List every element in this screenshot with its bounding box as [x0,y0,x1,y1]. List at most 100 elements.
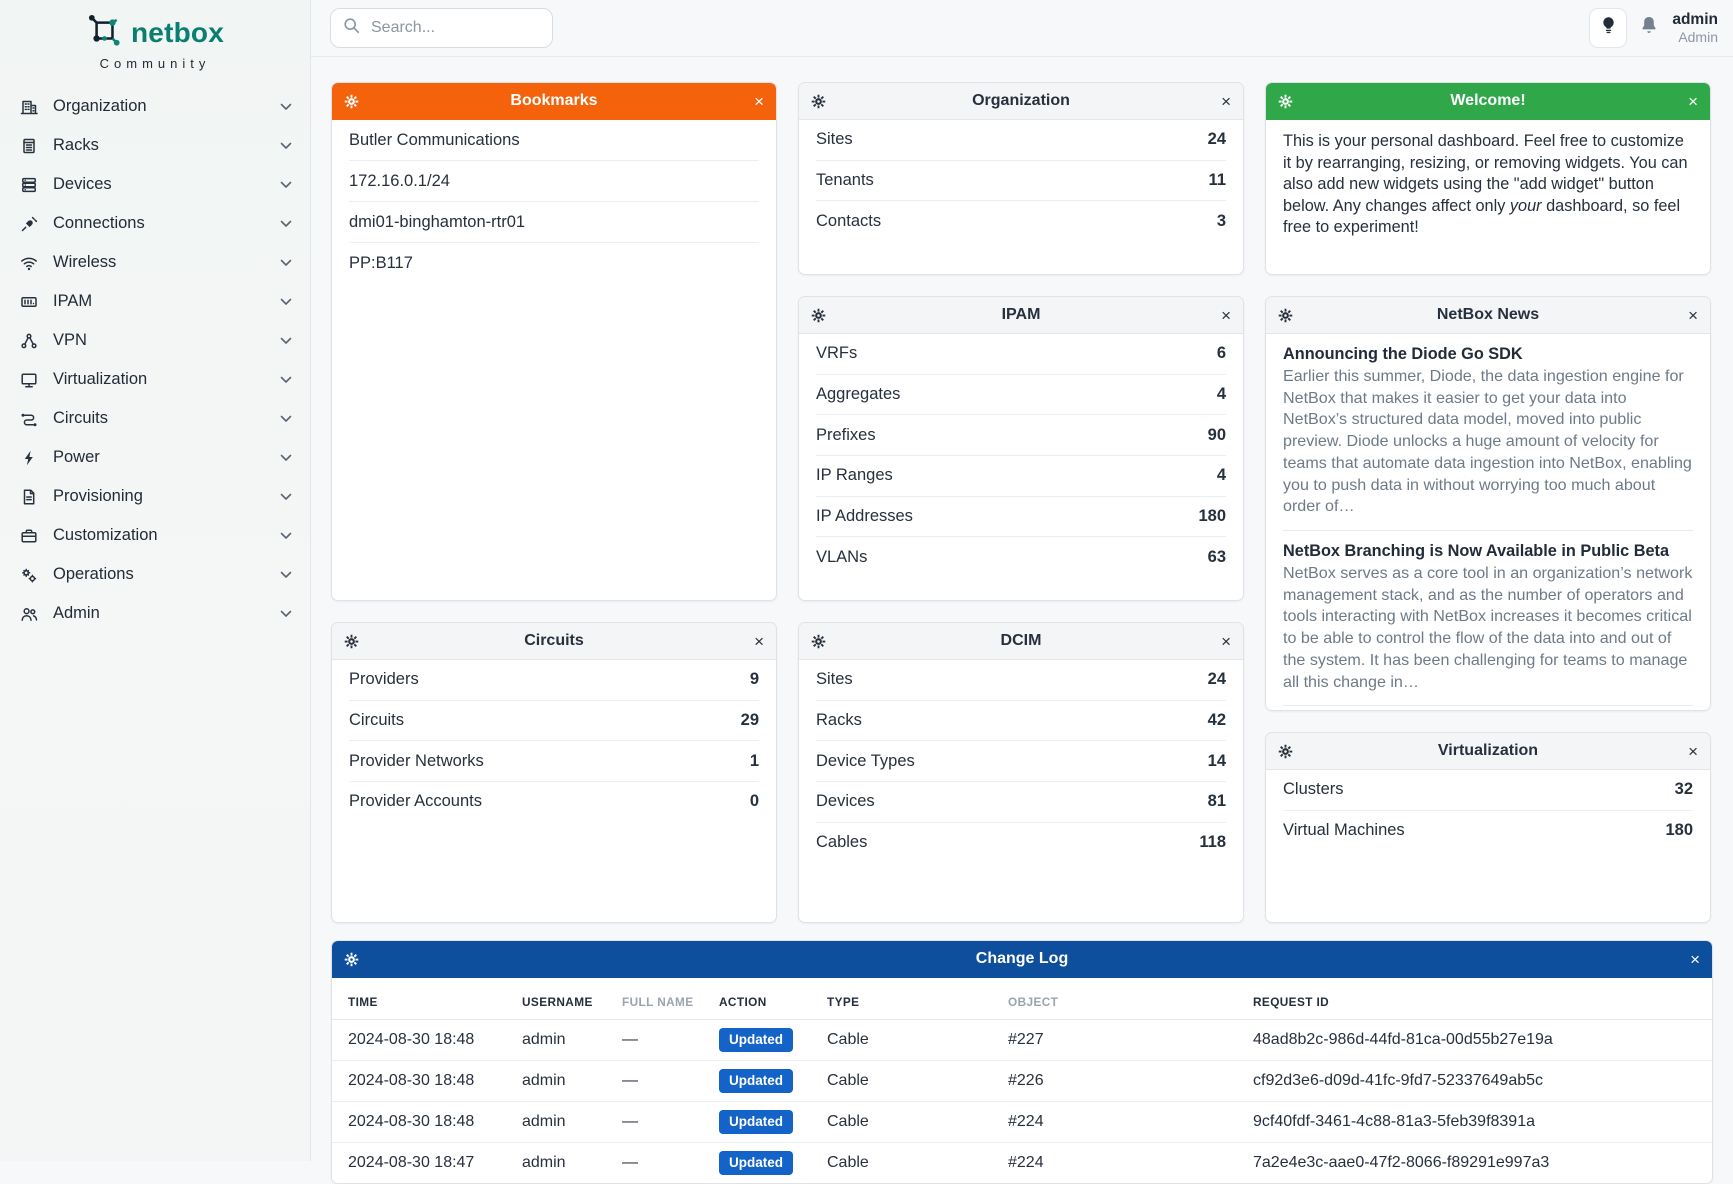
change-time-link[interactable]: 2024-08-30 18:48 [332,1020,522,1061]
stat-row[interactable]: Provider Networks1 [349,741,759,782]
briefcase-icon [19,526,38,545]
search-input[interactable] [369,18,580,38]
change-request-id-link[interactable]: 48ad8b2c-986d-44fd-81ca-00d55b27e19a [1253,1020,1712,1061]
close-icon[interactable]: × [1688,93,1698,110]
stat-row[interactable]: Sites24 [816,120,1226,161]
sidebar-item-virtualization[interactable]: Virtualization [0,360,310,399]
change-username: admin [522,1020,622,1061]
notifications-button[interactable] [1639,15,1659,41]
sidebar-item-label: Organization [53,97,280,116]
sidebar-item-admin[interactable]: Admin [0,594,310,633]
close-icon[interactable]: × [754,633,764,650]
gear-icon[interactable] [811,634,826,649]
action-badge[interactable]: Updated [719,1110,793,1134]
gear-icon[interactable] [1278,308,1293,323]
news-headline-link[interactable]: Announcing the Diode Go SDK [1283,345,1693,364]
change-request-id-link[interactable]: cf92d3e6-d09d-41fc-9fd7-52337649ab5c [1253,1061,1712,1102]
search-box[interactable] [330,8,553,48]
bookmark-item[interactable]: Butler Communications [349,120,759,161]
stat-row[interactable]: Sites24 [816,660,1226,701]
gear-icon[interactable] [811,308,826,323]
action-badge[interactable]: Updated [719,1069,793,1093]
change-request-id-link[interactable]: 9cf40fdf-3461-4c88-81a3-5feb39f8391a [1253,1102,1712,1143]
sidebar-item-customization[interactable]: Customization [0,516,310,555]
column-header-type[interactable]: TYPE [827,978,1008,1020]
column-header-username[interactable]: USERNAME [522,978,622,1020]
gear-icon[interactable] [344,952,359,967]
widget-title: Bookmarks [332,92,776,110]
sidebar-item-operations[interactable]: Operations [0,555,310,594]
stat-row[interactable]: VRFs6 [816,334,1226,375]
widget-welcome: Welcome! × This is your personal dashboa… [1265,82,1711,275]
change-object-link[interactable]: #227 [1008,1020,1253,1061]
stat-row[interactable]: IP Ranges4 [816,456,1226,497]
change-username: admin [522,1143,622,1184]
close-icon[interactable]: × [1688,743,1698,760]
stat-row[interactable]: VLANs63 [816,537,1226,577]
sidebar-item-connections[interactable]: Connections [0,204,310,243]
gear-icon[interactable] [811,94,826,109]
change-request-id-link[interactable]: 7a2e4e3c-aae0-47f2-8066-f89291e997a3 [1253,1143,1712,1184]
sidebar-item-racks[interactable]: Racks [0,126,310,165]
news-headline-link[interactable]: NetBox Branching is Now Available in Pub… [1283,542,1693,561]
gear-icon[interactable] [344,634,359,649]
chevron-down-icon [280,298,292,306]
sidebar: netbox Community Organization Racks Devi… [0,0,311,1161]
sidebar-item-power[interactable]: Power [0,438,310,477]
close-icon[interactable]: × [1688,307,1698,324]
stat-row[interactable]: Provider Accounts0 [349,782,759,822]
user-menu[interactable]: admin Admin [1672,11,1718,45]
stat-row[interactable]: Racks42 [816,701,1226,742]
change-object-link[interactable]: #226 [1008,1061,1253,1102]
change-time-link[interactable]: 2024-08-30 18:48 [332,1102,522,1143]
change-object-link[interactable]: #224 [1008,1143,1253,1184]
bell-icon [1639,15,1659,41]
bookmark-item[interactable]: dmi01-binghamton-rtr01 [349,202,759,243]
stat-row[interactable]: Circuits29 [349,701,759,742]
sidebar-item-devices[interactable]: Devices [0,165,310,204]
stat-row[interactable]: IP Addresses180 [816,497,1226,538]
stat-row[interactable]: Tenants11 [816,161,1226,202]
change-type: Cable [827,1102,1008,1143]
column-header-action[interactable]: ACTION [719,978,827,1020]
widget-title: Circuits [332,632,776,650]
sidebar-item-circuits[interactable]: Circuits [0,399,310,438]
sidebar-item-organization[interactable]: Organization [0,87,310,126]
gear-icon[interactable] [1278,744,1293,759]
sidebar-item-ipam[interactable]: IPAM [0,282,310,321]
action-badge[interactable]: Updated [719,1151,793,1175]
stat-row[interactable]: Aggregates4 [816,375,1226,416]
sidebar-item-wireless[interactable]: Wireless [0,243,310,282]
gear-icon[interactable] [344,94,359,109]
close-icon[interactable]: × [754,93,764,110]
theme-toggle-button[interactable] [1589,8,1627,48]
stat-row[interactable]: Providers9 [349,660,759,701]
chevron-down-icon [280,337,292,345]
bookmark-item[interactable]: 172.16.0.1/24 [349,161,759,202]
stat-row[interactable]: Prefixes90 [816,415,1226,456]
stat-row[interactable]: Contacts3 [816,201,1226,241]
change-object-link[interactable]: #224 [1008,1102,1253,1143]
ip-box-icon [19,292,38,311]
close-icon[interactable]: × [1221,633,1231,650]
column-header-request-id[interactable]: REQUEST ID [1253,978,1712,1020]
bookmark-item[interactable]: PP:B117 [349,243,759,283]
close-icon[interactable]: × [1221,307,1231,324]
gear-icon[interactable] [1278,94,1293,109]
change-time-link[interactable]: 2024-08-30 18:47 [332,1143,522,1184]
column-header-time[interactable]: TIME [332,978,522,1020]
change-time-link[interactable]: 2024-08-30 18:48 [332,1061,522,1102]
lightbulb-icon [1601,16,1616,40]
sidebar-item-vpn[interactable]: VPN [0,321,310,360]
stat-row[interactable]: Cables118 [816,823,1226,863]
stat-row[interactable]: Device Types14 [816,741,1226,782]
welcome-text: This is your personal dashboard. Feel fr… [1266,120,1710,250]
stat-row[interactable]: Clusters32 [1283,770,1693,811]
brand[interactable]: netbox Community [0,0,310,71]
sidebar-item-provisioning[interactable]: Provisioning [0,477,310,516]
stat-row[interactable]: Devices81 [816,782,1226,823]
stat-row[interactable]: Virtual Machines180 [1283,811,1693,851]
close-icon[interactable]: × [1690,951,1700,968]
close-icon[interactable]: × [1221,93,1231,110]
action-badge[interactable]: Updated [719,1028,793,1052]
